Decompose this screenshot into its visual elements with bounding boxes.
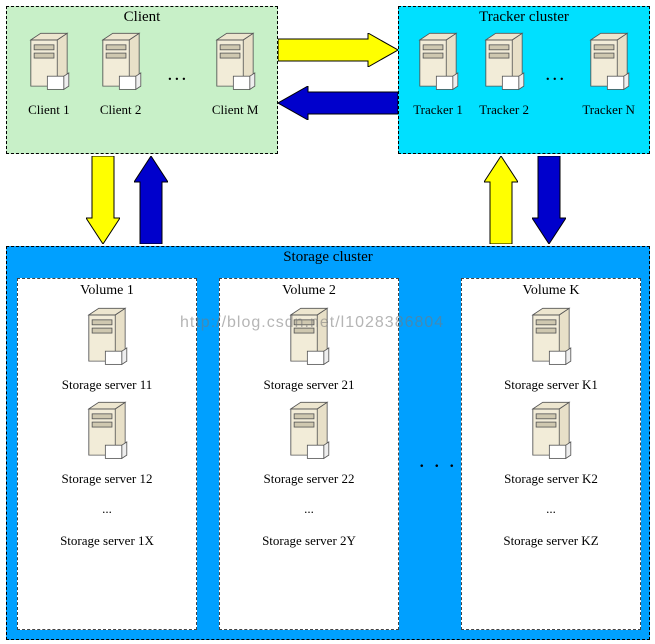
tracker-cluster-title: Tracker cluster <box>399 9 649 26</box>
arrow-tracker-to-storage <box>532 156 566 244</box>
storage-server-node: Storage server 21 <box>220 305 398 393</box>
tracker-node: Tracker 2 <box>479 30 529 118</box>
storage-server-node: Storage server K1 <box>462 305 640 393</box>
storage-server-node: Storage server K2 <box>462 399 640 487</box>
storage-server-label: Storage server 12 <box>62 471 153 487</box>
storage-server-label: Storage server 1X <box>18 533 196 549</box>
volume-title: Volume 2 <box>220 283 398 299</box>
client-cluster-title: Client <box>7 9 277 26</box>
ellipsis: . . . <box>419 447 457 473</box>
volume-box: Volume 1 Storage server 11 Storage serve… <box>17 278 197 630</box>
tracker-cluster: Tracker cluster Tracker 1 Tracker 2 ... <box>398 6 650 154</box>
client-node: Client 1 <box>24 30 74 118</box>
arrow-storage-to-tracker <box>484 156 518 244</box>
storage-server-label: Storage server K1 <box>504 377 598 393</box>
client-label: Client 1 <box>28 102 70 118</box>
server-icon <box>24 30 74 96</box>
server-icon <box>82 305 132 371</box>
tracker-label: Tracker 2 <box>479 102 529 118</box>
storage-server-label: Storage server 22 <box>264 471 355 487</box>
server-icon <box>526 399 576 465</box>
storage-cluster: Storage cluster Volume 1 Storage server … <box>6 246 650 640</box>
server-icon <box>96 30 146 96</box>
ellipsis: ... <box>462 501 640 517</box>
tracker-label: Tracker N <box>582 102 635 118</box>
client-label: Client M <box>212 102 259 118</box>
storage-server-label: Storage server 2Y <box>220 533 398 549</box>
storage-server-node: Storage server 11 <box>18 305 196 393</box>
volume-box: Volume K Storage server K1 Storage serve… <box>461 278 641 630</box>
ellipsis: ... <box>545 63 566 86</box>
storage-server-label: Storage server 11 <box>62 377 153 393</box>
server-icon <box>526 305 576 371</box>
server-icon <box>284 305 334 371</box>
tracker-node: Tracker N <box>582 30 635 118</box>
server-icon <box>284 399 334 465</box>
volume-box: Volume 2 Storage server 21 Storage serve… <box>219 278 399 630</box>
storage-server-label: Storage server KZ <box>462 533 640 549</box>
storage-cluster-title: Storage cluster <box>7 249 649 266</box>
arrow-client-to-tracker <box>278 33 398 67</box>
server-icon <box>413 30 463 96</box>
server-icon <box>82 399 132 465</box>
ellipsis: ... <box>220 501 398 517</box>
storage-server-node: Storage server 12 <box>18 399 196 487</box>
server-icon <box>210 30 260 96</box>
ellipsis: ... <box>167 63 188 86</box>
arrow-storage-to-client <box>134 156 168 244</box>
client-cluster: Client Client 1 Client 2 ... <box>6 6 278 154</box>
client-node: Client 2 <box>96 30 146 118</box>
server-icon <box>479 30 529 96</box>
storage-server-label: Storage server 21 <box>264 377 355 393</box>
storage-server-label: Storage server K2 <box>504 471 598 487</box>
arrow-tracker-to-client <box>278 86 398 120</box>
client-label: Client 2 <box>100 102 142 118</box>
storage-server-node: Storage server 22 <box>220 399 398 487</box>
volume-title: Volume K <box>462 283 640 299</box>
ellipsis: ... <box>18 501 196 517</box>
arrow-client-to-storage <box>86 156 120 244</box>
volume-title: Volume 1 <box>18 283 196 299</box>
server-icon <box>584 30 634 96</box>
client-node: Client M <box>210 30 260 118</box>
tracker-node: Tracker 1 <box>413 30 463 118</box>
tracker-label: Tracker 1 <box>413 102 463 118</box>
